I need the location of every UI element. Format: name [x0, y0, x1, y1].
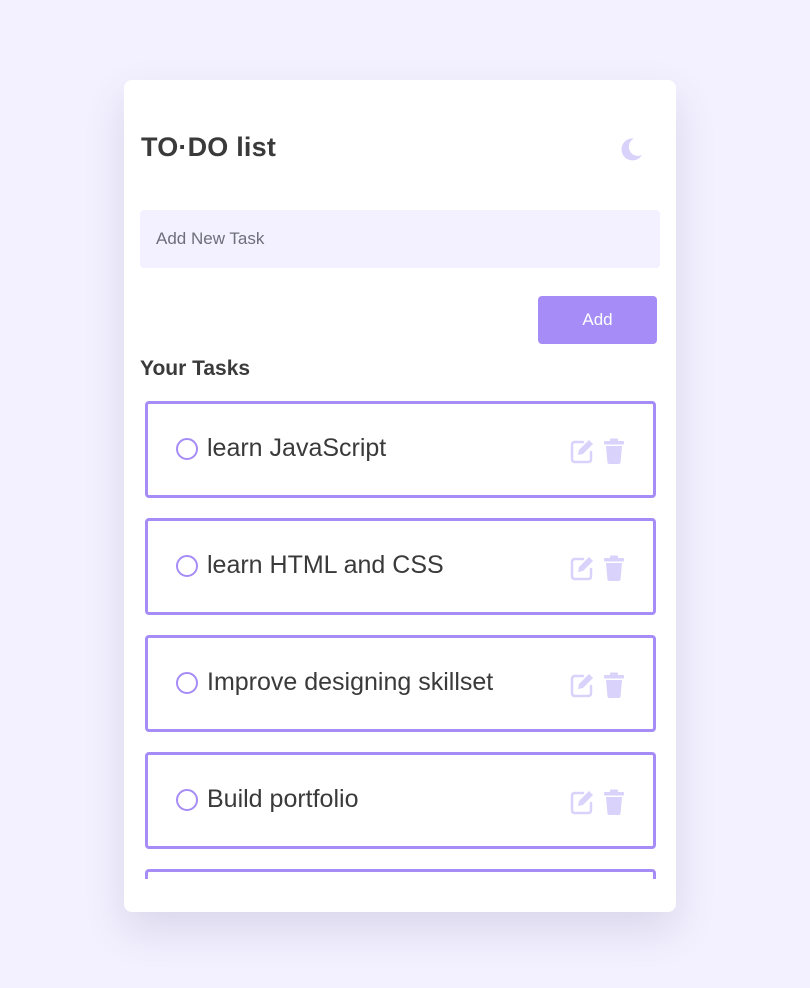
edit-icon[interactable] — [570, 438, 594, 464]
edit-icon[interactable] — [570, 672, 594, 698]
task-checkbox[interactable] — [176, 672, 198, 694]
edit-icon[interactable] — [570, 555, 594, 581]
todo-card: TO·DO list Add Your Tasks learn JavaScri… — [124, 80, 676, 912]
task-item: Improve designing skillset — [145, 635, 656, 732]
task-checkbox[interactable] — [176, 438, 198, 460]
card-header: TO·DO list — [141, 130, 659, 166]
trash-icon[interactable] — [602, 672, 626, 698]
app-title: TO·DO list — [141, 132, 277, 162]
task-actions — [570, 554, 626, 582]
task-checkbox[interactable] — [176, 789, 198, 811]
trash-icon[interactable] — [602, 555, 626, 581]
new-task-input[interactable] — [140, 210, 660, 268]
task-item: Build portfolio — [145, 752, 656, 849]
task-text: Build portfolio — [207, 785, 359, 813]
edit-icon[interactable] — [570, 789, 594, 815]
task-text: learn JavaScript — [207, 434, 387, 462]
task-list: learn JavaScript learn HTML and CSS Impr… — [145, 401, 656, 879]
moon-icon[interactable] — [617, 135, 645, 163]
trash-icon[interactable] — [602, 789, 626, 815]
task-checkbox[interactable] — [176, 555, 198, 577]
task-text: learn HTML and CSS — [207, 551, 444, 579]
task-text: Improve designing skillset — [207, 668, 494, 696]
task-item: learn JavaScript — [145, 401, 656, 498]
your-tasks-heading: Your Tasks — [140, 357, 251, 380]
task-actions — [570, 671, 626, 699]
task-item — [145, 869, 656, 879]
task-actions — [570, 437, 626, 465]
task-actions — [570, 788, 626, 816]
add-task-button[interactable]: Add — [538, 296, 657, 344]
task-item: learn HTML and CSS — [145, 518, 656, 615]
trash-icon[interactable] — [602, 438, 626, 464]
